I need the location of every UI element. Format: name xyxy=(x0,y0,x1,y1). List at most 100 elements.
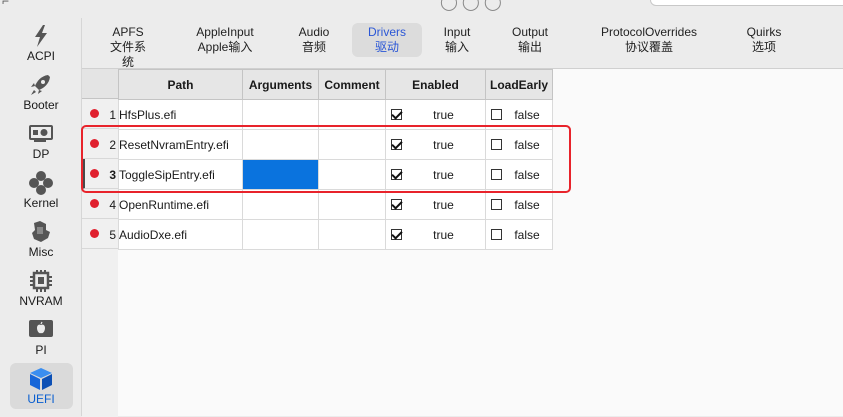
tab-audio[interactable]: Audio 音频 xyxy=(288,23,340,57)
tab-label-en: Audio xyxy=(298,25,330,39)
loadearly-cell: false xyxy=(485,129,553,160)
tab-label-zh: 协议覆盖 xyxy=(624,40,673,54)
path-cell[interactable]: AudioDxe.efi xyxy=(118,219,243,250)
loadearly-cell: false xyxy=(485,159,553,190)
drivers-panel: 1 2 3 4 5 Path Arguments Comment Enabled… xyxy=(82,68,843,417)
enabled-value: true xyxy=(433,197,454,212)
sidebar-item-kernel[interactable]: Kernel xyxy=(0,171,82,210)
chip-icon xyxy=(30,270,52,292)
path-cell[interactable]: OpenRuntime.efi xyxy=(118,189,243,220)
tab-label-en: Output xyxy=(511,25,549,39)
table-row: AudioDxe.efi true false xyxy=(118,219,553,250)
tab-label-en: Input xyxy=(443,25,471,39)
kernel-icon xyxy=(29,171,53,195)
enabled-value: true xyxy=(433,167,454,182)
tab-output[interactable]: Output 输出 xyxy=(500,23,560,57)
tab-label-zh: Apple输入 xyxy=(197,40,253,54)
sidebar-item-booter[interactable]: Booter xyxy=(0,73,82,112)
enabled-checkbox[interactable] xyxy=(391,229,402,240)
enabled-checkbox[interactable] xyxy=(391,199,402,210)
sidebar-item-label: PI xyxy=(35,343,47,357)
column-header-path[interactable]: Path xyxy=(118,69,243,100)
column-header-comment[interactable]: Comment xyxy=(318,69,386,100)
sidebar-item-acpi[interactable]: ACPI xyxy=(0,24,82,63)
column-header-arguments[interactable]: Arguments xyxy=(242,69,319,100)
tab-label-zh: 选项 xyxy=(751,40,776,54)
window-corner-icon: ⌐ xyxy=(2,0,10,8)
loadearly-cell: false xyxy=(485,219,553,250)
row-header[interactable]: 2 xyxy=(82,129,118,159)
path-cell[interactable]: ToggleSipEntry.efi xyxy=(118,159,243,190)
enabled-cell: true xyxy=(385,219,486,250)
comment-cell[interactable] xyxy=(318,129,386,160)
toolbar-icons[interactable]: ◯◯◯ xyxy=(440,0,506,12)
arguments-cell[interactable] xyxy=(242,129,319,160)
tab-quirks[interactable]: Quirks 选项 xyxy=(736,23,792,57)
enabled-cell: true xyxy=(385,189,486,220)
loadearly-checkbox[interactable] xyxy=(491,199,502,210)
comment-cell[interactable] xyxy=(318,219,386,250)
tab-input[interactable]: Input 输入 xyxy=(432,23,482,57)
tab-apfs[interactable]: APFS 文件系统 xyxy=(100,23,156,72)
window-top-strip: ⌐ ◯◯◯ xyxy=(0,0,843,18)
tab-appleinput[interactable]: AppleInput Apple输入 xyxy=(186,23,264,57)
enabled-checkbox[interactable] xyxy=(391,109,402,120)
tab-label-zh: 输入 xyxy=(444,40,469,54)
row-header[interactable]: 4 xyxy=(82,189,118,219)
sidebar-item-nvram[interactable]: NVRAM xyxy=(0,269,82,308)
enabled-checkbox[interactable] xyxy=(391,169,402,180)
sidebar-item-pi[interactable]: PI xyxy=(0,318,82,357)
puzzle-icon xyxy=(32,221,50,242)
enabled-cell: true xyxy=(385,99,486,130)
comment-cell[interactable] xyxy=(318,189,386,220)
comment-cell[interactable] xyxy=(318,99,386,130)
row-header[interactable]: 5 xyxy=(82,219,118,249)
sidebar-item-dp[interactable]: DP xyxy=(0,122,82,161)
loadearly-checkbox[interactable] xyxy=(491,169,502,180)
enabled-checkbox[interactable] xyxy=(391,139,402,150)
enabled-cell: true xyxy=(385,159,486,190)
row-header-current[interactable]: 3 xyxy=(82,159,118,189)
comment-cell[interactable] xyxy=(318,159,386,190)
tab-protocoloverrides[interactable]: ProtocolOverrides 协议覆盖 xyxy=(586,23,712,57)
row-status-dot xyxy=(90,199,99,208)
path-cell[interactable]: ResetNvramEntry.efi xyxy=(118,129,243,160)
table-row: OpenRuntime.efi true false xyxy=(118,189,553,220)
loadearly-checkbox[interactable] xyxy=(491,109,502,120)
tab-label-en: AppleInput xyxy=(196,25,254,39)
arguments-cell-selected[interactable] xyxy=(242,159,319,190)
column-header-loadearly[interactable]: LoadEarly xyxy=(485,69,553,100)
search-field[interactable] xyxy=(650,0,843,6)
column-header-enabled[interactable]: Enabled xyxy=(385,69,486,100)
row-status-dot xyxy=(90,229,99,238)
sidebar-item-label: UEFI xyxy=(27,392,55,406)
tab-drivers[interactable]: Drivers 驱动 xyxy=(352,23,422,57)
arguments-cell[interactable] xyxy=(242,219,319,250)
tab-label-en: Drivers xyxy=(368,25,406,39)
apple-logo-icon xyxy=(29,320,53,337)
sidebar-item-label: ACPI xyxy=(26,49,55,63)
sidebar-item-label: Kernel xyxy=(23,196,59,210)
loadearly-checkbox[interactable] xyxy=(491,229,502,240)
row-number: 4 xyxy=(109,198,116,212)
loadearly-value: false xyxy=(514,167,540,182)
sidebar-item-label: Misc xyxy=(28,245,54,259)
row-header[interactable]: 1 xyxy=(82,99,118,129)
gpu-card-icon xyxy=(29,125,53,142)
sidebar-item-label: DP xyxy=(32,147,50,161)
lightning-icon xyxy=(35,25,47,47)
tab-label-en: Quirks xyxy=(746,25,782,39)
row-number-column: 1 2 3 4 5 xyxy=(82,69,118,417)
table-row: HfsPlus.efi true false xyxy=(118,99,553,130)
path-cell[interactable]: HfsPlus.efi xyxy=(118,99,243,130)
table-row: ResetNvramEntry.efi true false xyxy=(118,129,553,160)
cube-icon xyxy=(30,368,52,390)
loadearly-value: false xyxy=(514,227,540,242)
arguments-cell[interactable] xyxy=(242,189,319,220)
loadearly-checkbox[interactable] xyxy=(491,139,502,150)
arguments-cell[interactable] xyxy=(242,99,319,130)
sidebar-item-misc[interactable]: Misc xyxy=(0,220,82,259)
sidebar-item-uefi[interactable]: UEFI xyxy=(0,363,82,409)
row-number: 5 xyxy=(109,228,116,242)
tab-label-en: APFS xyxy=(112,25,144,39)
